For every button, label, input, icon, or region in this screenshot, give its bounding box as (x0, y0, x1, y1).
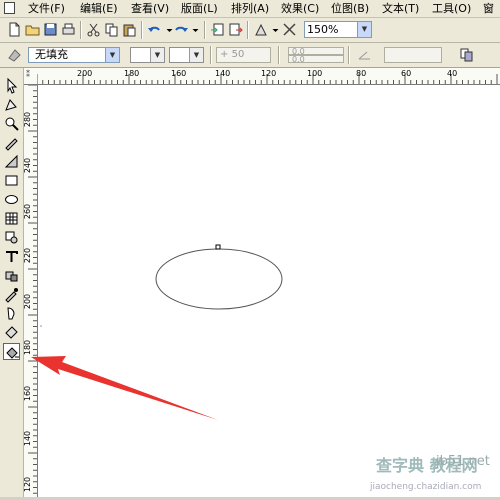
annotation-arrow (31, 356, 218, 420)
watermark-url: jiaocheng.chazidian.com (370, 482, 482, 492)
watermark-site: jb51.net (436, 454, 490, 469)
red-arrow-icon (31, 356, 218, 420)
